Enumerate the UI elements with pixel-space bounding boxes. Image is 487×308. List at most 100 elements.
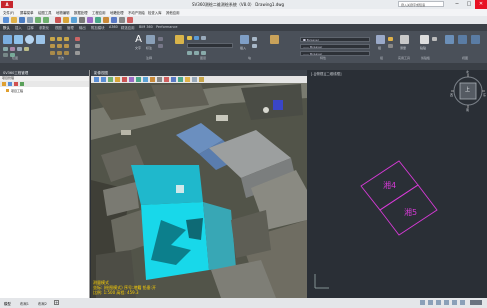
array-icon[interactable] [64,51,69,55]
layer-properties-icon[interactable] [175,35,184,44]
snap-icon[interactable] [428,300,433,305]
open-file-icon[interactable] [11,17,17,23]
create-block-icon[interactable] [252,37,257,41]
tab-insert[interactable]: 插入 [15,25,22,30]
panel-title-layers[interactable]: 图层 [200,56,206,60]
measure-icon[interactable] [400,35,409,44]
base-icon[interactable] [471,35,480,44]
fillet-icon[interactable] [64,44,69,48]
search-input[interactable]: 键入关键字或短语 [398,1,444,7]
layer-icon[interactable] [194,36,199,40]
panel-title-group[interactable]: 组 [380,56,383,60]
tab-performance[interactable]: Performance [156,25,178,29]
add-layout-icon[interactable]: + [54,300,59,305]
tab-layout1[interactable]: 布局1 [20,301,29,306]
tab-featured-apps[interactable]: 精选应用 [121,25,135,30]
insert-block-icon[interactable] [240,35,249,44]
menu-item-check[interactable]: 检查入库 [148,10,162,15]
menu-item-engineering[interactable]: 工程应用 [92,10,106,15]
tool-icon[interactable] [103,17,109,23]
line-icon[interactable] [3,35,12,44]
edit-block-icon[interactable] [252,44,257,48]
tree-item-root[interactable]: 项目工程 [6,89,23,93]
new-file-icon[interactable] [3,17,9,23]
undo-icon[interactable] [35,17,41,23]
app-logo[interactable]: A [1,1,13,8]
menu-item-draw[interactable]: 绘图工具 [38,10,52,15]
tool-icon[interactable] [79,17,85,23]
redo-icon[interactable] [43,17,49,23]
view-icon[interactable] [445,35,454,44]
tab-bim360[interactable]: BIM 360 [139,25,153,29]
panel-title-modify[interactable]: 修改 [58,56,64,60]
erase-icon[interactable] [75,37,80,41]
tool-icon[interactable] [171,77,176,82]
ungroup-icon[interactable] [388,37,393,41]
boundary-icon[interactable] [24,47,29,51]
tool-icon[interactable] [178,77,183,82]
circle-icon[interactable] [25,35,34,44]
panel-title-properties[interactable]: 特性 [320,56,326,60]
compass-west[interactable]: 西 [450,93,453,97]
tool-icon[interactable] [150,77,155,82]
menu-item-file[interactable]: 文件(F) [3,10,14,15]
leader-icon[interactable] [158,37,163,41]
save-icon[interactable] [19,17,25,23]
delete-icon[interactable] [14,82,18,86]
layer-icon[interactable] [201,36,206,40]
parcel-label[interactable]: 湘4 [383,180,396,191]
move-icon[interactable] [50,37,55,41]
tool-icon[interactable] [87,17,93,23]
tool-icon[interactable] [55,17,61,23]
linetype-dropdown[interactable]: —— ByLayer [300,44,370,49]
workspace-icon[interactable] [460,300,465,305]
drawing-canvas[interactable] [307,70,487,298]
color-dropdown[interactable]: ■ ByLayer [300,37,370,42]
rotate-icon[interactable] [57,37,62,41]
polar-icon[interactable] [444,300,449,305]
polyline-icon[interactable] [14,35,23,44]
layer-icon[interactable] [187,51,192,55]
tool-icon[interactable] [192,77,197,82]
panel-title-block[interactable]: 块 [248,56,251,60]
tab-output[interactable]: 输出 [79,25,86,30]
tool-icon[interactable] [95,17,101,23]
tool-icon[interactable] [111,17,117,23]
menu-item-data[interactable]: 数据处理 [74,10,88,15]
tool-icon[interactable] [119,17,125,23]
ellipse-icon[interactable] [3,53,8,57]
zoom-in-icon[interactable] [94,77,99,82]
refresh-icon[interactable] [20,82,24,86]
compass-south[interactable]: 南 [466,108,469,112]
arc-icon[interactable] [36,35,45,44]
layer-icon[interactable] [136,77,141,82]
close-button[interactable]: ✕ [475,0,487,9]
group-icon[interactable] [376,35,385,44]
grid-icon[interactable] [420,300,425,305]
minimize-button[interactable]: ─ [451,0,463,9]
stretch-icon[interactable] [50,51,55,55]
trim-icon[interactable] [64,37,69,41]
tab-default[interactable]: 默认 [3,25,10,30]
add-icon[interactable] [8,82,12,86]
tab-annotate[interactable]: 注释 [27,25,34,30]
layer-state-icon[interactable] [187,36,192,40]
folder-icon[interactable] [2,82,6,86]
maximize-button[interactable]: □ [463,0,475,9]
menu-item-cadastre[interactable]: 地籍处理 [110,10,124,15]
layer-dropdown[interactable] [187,43,233,48]
layer-icon[interactable] [194,51,199,55]
tab-addins[interactable]: 附加模块 [91,25,105,30]
panel-title-utilities[interactable]: 实用工具 [398,56,410,60]
menu-item-other[interactable]: 其他应用 [166,10,180,15]
tool-icon[interactable] [63,17,69,23]
menu-item-edit[interactable]: 地物编辑 [56,10,70,15]
tool-icon[interactable] [127,17,133,23]
text-icon[interactable]: A [134,35,143,45]
osnap-icon[interactable] [452,300,457,305]
menu-item-realestate[interactable]: 不动产测绘 [128,10,145,15]
mirror-icon[interactable] [57,44,62,48]
copy-icon[interactable] [50,44,55,48]
tool-icon[interactable] [143,77,148,82]
panel-title-view[interactable]: 视图 [462,56,468,60]
